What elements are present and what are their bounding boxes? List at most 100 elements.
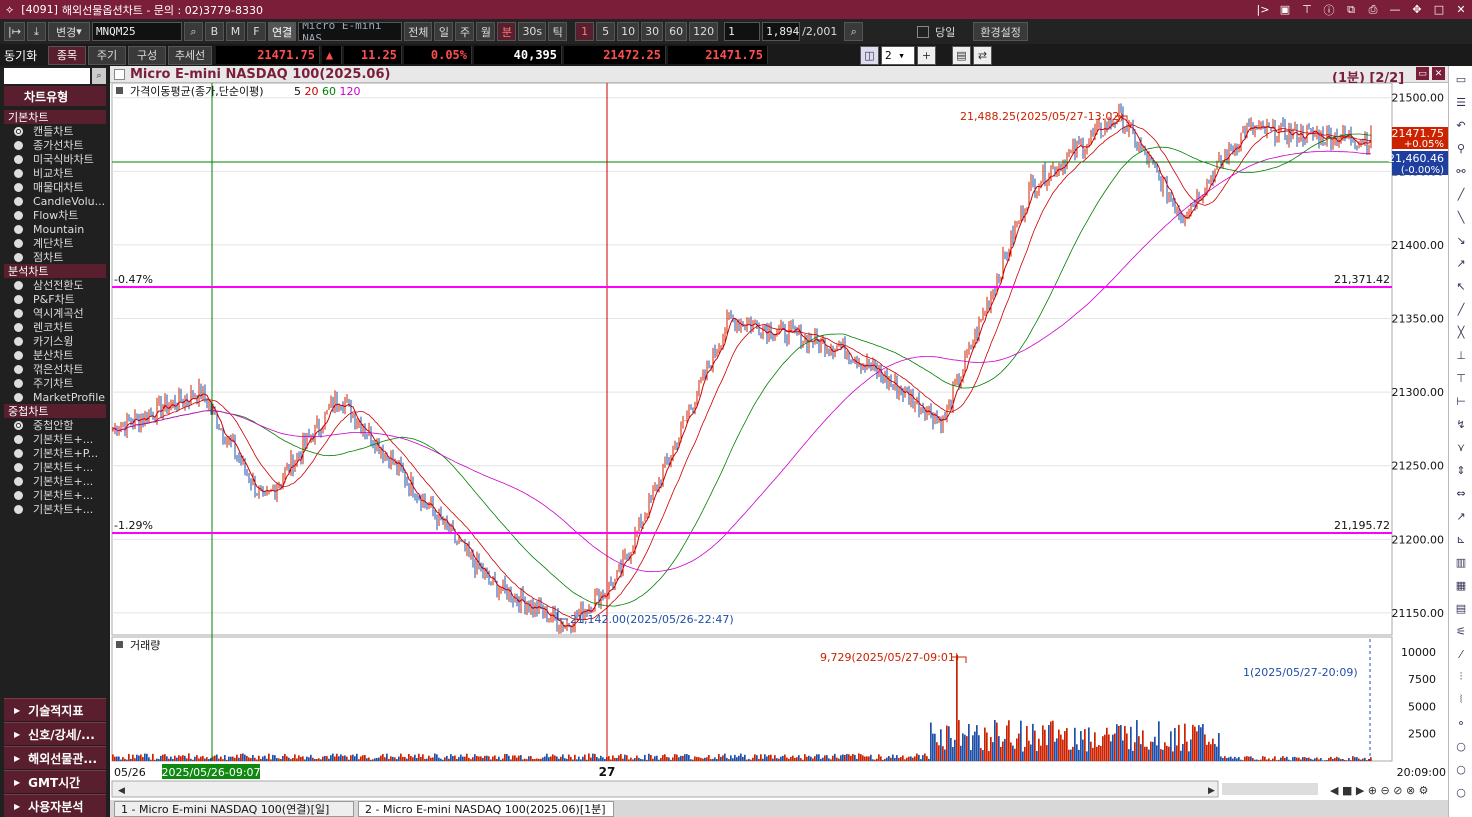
pane-toggle-icon[interactable]	[116, 87, 123, 94]
btn-f[interactable]: F	[246, 22, 266, 41]
pin-icon[interactable]: ⊤	[1296, 0, 1318, 19]
save-icon[interactable]: ▤	[952, 45, 971, 65]
tab-chart-1[interactable]: 1 - Micro E-mini NASDAQ 100(연결)[일]	[114, 801, 354, 817]
sidebar-item-1-0[interactable]: 삼선전환도	[14, 278, 106, 292]
btn-b[interactable]: B	[204, 22, 224, 41]
sidebar-item-0-2[interactable]: 미국식바차트	[14, 152, 106, 166]
nav-icon[interactable]: |>	[1252, 0, 1274, 19]
draw-tool-icon-5[interactable]: ╱	[1453, 187, 1469, 201]
search-icon[interactable]: ⌕	[183, 22, 203, 41]
sidebar-item-0-9[interactable]: 점차트	[14, 250, 106, 264]
radio-icon[interactable]	[14, 280, 23, 290]
today-checkbox[interactable]	[917, 25, 930, 38]
draw-tool-icon-26[interactable]: ⫶	[1453, 670, 1469, 684]
sidebar-item-0-7[interactable]: Mountain	[14, 222, 106, 236]
chart-nav-icons[interactable]: ◀ ■ ▶ ⊕ ⊖ ⊘ ⊗ ⚙	[1330, 784, 1429, 797]
radio-icon[interactable]	[14, 392, 23, 402]
sidebar-item-1-4[interactable]: 카기스윙	[14, 334, 106, 348]
sidebar-item-1-6[interactable]: 꺾은선차트	[14, 362, 106, 376]
radio-icon[interactable]	[14, 294, 23, 304]
minimize-icon[interactable]: —	[1384, 0, 1406, 19]
draw-tool-icon-14[interactable]: ⊢	[1453, 394, 1469, 408]
interval-120[interactable]: 120	[689, 22, 719, 41]
radio-icon[interactable]	[14, 322, 23, 332]
maximize-icon[interactable]: □	[1428, 0, 1450, 19]
radio-icon[interactable]	[14, 168, 23, 178]
sidebar-item-2-3[interactable]: 기본차트+...	[14, 460, 106, 474]
radio-icon[interactable]	[14, 210, 23, 220]
draw-tool-icon-27[interactable]: ⦚	[1453, 693, 1469, 707]
layout-count-select[interactable]: 2 ▾	[881, 45, 915, 65]
tab-chart-2[interactable]: 2 - Micro E-mini NASDAQ 100(2025.06)[1분]	[358, 801, 614, 817]
sidebar-footer-4[interactable]: ▶ 사용자분석	[4, 794, 106, 817]
chart-close-icon[interactable]: ✕	[1432, 67, 1445, 80]
period-tick[interactable]: 틱	[548, 22, 568, 41]
restore-icon[interactable]: ⧉	[1340, 0, 1362, 19]
snapshot-icon[interactable]: ▣	[1274, 0, 1296, 19]
close-icon[interactable]: ✕	[1450, 0, 1472, 19]
draw-tool-icon-3[interactable]: ⚲	[1453, 141, 1469, 155]
radio-icon[interactable]	[14, 462, 23, 472]
interval-30[interactable]: 30	[641, 22, 664, 41]
draw-tool-icon-13[interactable]: ⊤	[1453, 371, 1469, 385]
sidebar-item-2-6[interactable]: 기본차트+...	[14, 502, 106, 516]
draw-tool-icon-6[interactable]: ╲	[1453, 210, 1469, 224]
sidebar-item-2-5[interactable]: 기본차트+...	[14, 488, 106, 502]
radio-icon[interactable]	[14, 140, 23, 150]
radio-icon[interactable]	[14, 336, 23, 346]
draw-tool-icon-31[interactable]: ○	[1453, 785, 1469, 799]
sidebar-search-icon[interactable]: ⌕	[92, 68, 106, 84]
add-icon[interactable]: +	[917, 45, 936, 65]
draw-tool-icon-11[interactable]: ╳	[1453, 325, 1469, 339]
draw-tool-icon-0[interactable]: ▭	[1453, 72, 1469, 86]
draw-tool-icon-20[interactable]: ⊾	[1453, 532, 1469, 546]
sidebar-item-0-8[interactable]: 계단차트	[14, 236, 106, 250]
sidebar-item-1-7[interactable]: 주기차트	[14, 376, 106, 390]
sidebar-item-1-5[interactable]: 분산차트	[14, 348, 106, 362]
radio-icon[interactable]	[14, 350, 23, 360]
sync-label[interactable]: 동기화	[0, 47, 46, 64]
sidebar-footer-0[interactable]: ▶ 기술적지표	[4, 698, 106, 721]
period-month[interactable]: 월	[476, 22, 496, 41]
horizontal-scrollbar[interactable]	[111, 780, 1219, 798]
sidebar-item-2-2[interactable]: 기본차트+P...	[14, 446, 106, 460]
draw-tool-icon-22[interactable]: ▦	[1453, 578, 1469, 592]
sidebar-search-input[interactable]	[4, 68, 90, 84]
radio-icon[interactable]	[14, 308, 23, 318]
expand-icon[interactable]: |↦	[4, 22, 25, 41]
link-button[interactable]: 연결	[267, 22, 297, 41]
download-icon[interactable]: ⤓	[26, 22, 46, 41]
move-icon[interactable]: ✥	[1406, 0, 1428, 19]
radio-icon[interactable]	[14, 224, 23, 234]
sidebar-footer-2[interactable]: ▶ 해외선물관...	[4, 746, 106, 769]
radio-icon[interactable]	[14, 476, 23, 486]
zoom-slider[interactable]	[1222, 783, 1318, 795]
sidebar-item-0-6[interactable]: Flow차트	[14, 208, 106, 222]
draw-tool-icon-19[interactable]: ↗	[1453, 509, 1469, 523]
radio-icon[interactable]	[14, 126, 23, 136]
sidebar-footer-3[interactable]: ▶ GMT시간	[4, 770, 106, 793]
radio-icon[interactable]	[14, 490, 23, 500]
info-icon[interactable]: ⓘ	[1318, 0, 1340, 19]
layout-icon[interactable]: ◫	[860, 45, 879, 65]
scroll-right-icon[interactable]: ▶	[1208, 786, 1215, 796]
sidebar-item-1-3[interactable]: 렌코차트	[14, 320, 106, 334]
sidebar-group-2[interactable]: 중첩차트	[4, 404, 106, 418]
btn-m[interactable]: M	[225, 22, 245, 41]
draw-tool-icon-21[interactable]: ▥	[1453, 555, 1469, 569]
draw-tool-icon-29[interactable]: ○	[1453, 739, 1469, 753]
symbol-name-field[interactable]: Micro E-mini NAS	[298, 22, 403, 41]
trendline-button[interactable]: 추세선	[168, 45, 212, 65]
swap-icon[interactable]: ⇄	[973, 45, 992, 65]
radio-icon[interactable]	[14, 252, 23, 262]
zoom-icon[interactable]: ⌕	[844, 22, 864, 41]
period-day[interactable]: 일	[434, 22, 454, 41]
interval-10[interactable]: 10	[617, 22, 640, 41]
sidebar-item-1-1[interactable]: P&F차트	[14, 292, 106, 306]
symbol-code-input[interactable]: MNQM25	[91, 22, 182, 41]
draw-tool-icon-9[interactable]: ↖	[1453, 279, 1469, 293]
draw-tool-icon-17[interactable]: ⇕	[1453, 463, 1469, 477]
sidebar-group-1[interactable]: 분석차트	[4, 264, 106, 278]
compose-button[interactable]: 구성	[128, 45, 166, 65]
scroll-left-icon[interactable]: ◀	[118, 786, 125, 796]
